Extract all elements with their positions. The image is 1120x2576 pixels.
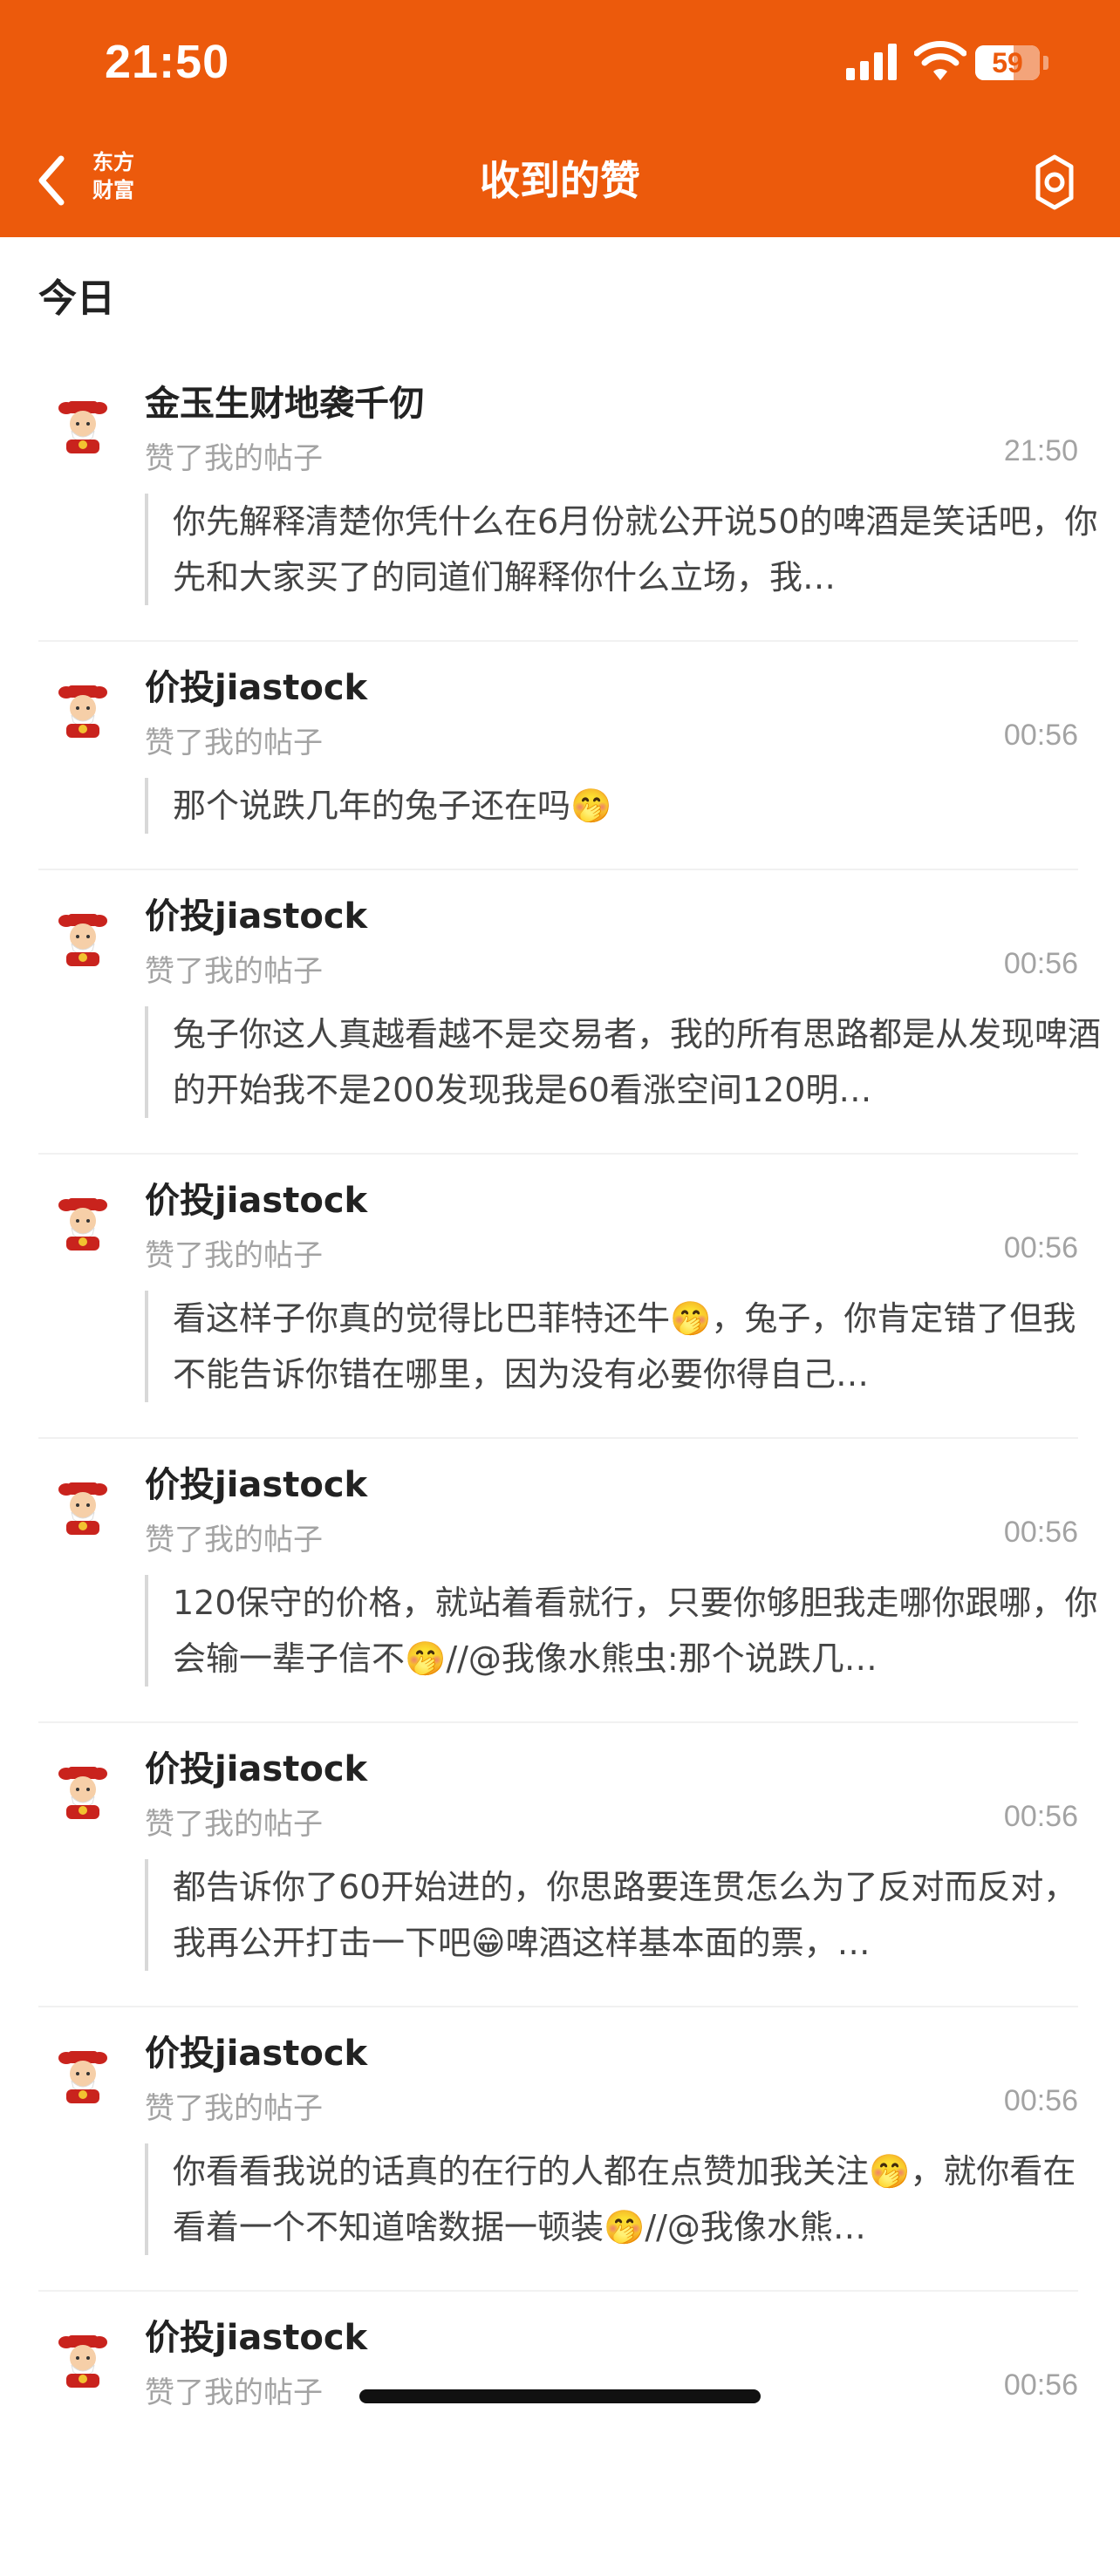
timestamp: 00:56	[1003, 1800, 1078, 1833]
username[interactable]: 价投jiastock	[145, 888, 367, 938]
post-excerpt: 120保守的价格，就站着看就行，只要你够胆我走哪你跟哪，你会输一辈子信不🤭//@…	[173, 1584, 1098, 1678]
action-text: 赞了我的帖子	[145, 1238, 323, 1273]
list-item[interactable]: 价投jiastock 赞了我的帖子 00:56 120保守的价格，就站着看就行，…	[0, 1439, 1120, 1723]
action-text: 赞了我的帖子	[145, 1523, 323, 1557]
action-text: 赞了我的帖子	[145, 2091, 323, 2126]
username[interactable]: 价投jiastock	[145, 1741, 367, 1791]
avatar[interactable]	[49, 902, 117, 970]
status-time: 21:50	[105, 36, 230, 88]
list-item[interactable]: 价投jiastock 赞了我的帖子 00:56	[0, 2292, 1120, 2576]
username[interactable]: 金玉生财地袭千仞	[145, 375, 424, 426]
timestamp: 21:50	[1003, 434, 1078, 467]
post-quote[interactable]: 看这样子你真的觉得比巴菲特还牛🤭，兔子，你肯定错了但我不能告诉你错在哪里，因为没…	[145, 1291, 1101, 1402]
post-excerpt: 看这样子你真的觉得比巴菲特还牛🤭，兔子，你肯定错了但我不能告诉你错在哪里，因为没…	[173, 1299, 1076, 1394]
timestamp: 00:56	[1003, 719, 1078, 752]
avatar[interactable]	[49, 2039, 117, 2107]
action-text: 赞了我的帖子	[145, 954, 323, 989]
action-text: 赞了我的帖子	[145, 2375, 323, 2410]
post-quote[interactable]: 你看看我说的话真的在行的人都在点赞加我关注🤭，就你看在看着一个不知道啥数据一顿装…	[145, 2143, 1101, 2255]
list-item[interactable]: 价投jiastock 赞了我的帖子 00:56 你看看我说的话真的在行的人都在点…	[0, 2007, 1120, 2292]
likes-list: 金玉生财地袭千仞 赞了我的帖子 21:50 你先解释清楚你凭什么在6月份就公开说…	[0, 358, 1120, 2576]
list-item[interactable]: 价投jiastock 赞了我的帖子 00:56 兔子你这人真越看越不是交易者，我…	[0, 870, 1120, 1155]
post-excerpt: 都告诉你了60开始进的，你思路要连贯怎么为了反对而反对，我再公开打击一下吧😁啤酒…	[173, 1868, 1077, 1962]
avatar[interactable]	[49, 1755, 117, 1823]
avatar[interactable]	[49, 1186, 117, 1254]
wifi-icon	[914, 41, 966, 80]
timestamp: 00:56	[1003, 947, 1078, 980]
post-quote[interactable]: 120保守的价格，就站着看就行，只要你够胆我走哪你跟哪，你会输一辈子信不🤭//@…	[145, 1575, 1101, 1687]
username[interactable]: 价投jiastock	[145, 659, 367, 710]
username[interactable]: 价投jiastock	[145, 1172, 367, 1223]
avatar[interactable]	[49, 673, 117, 741]
section-title-today: 今日	[38, 276, 115, 321]
post-quote[interactable]: 那个说跌几年的兔子还在吗🤭	[145, 778, 1101, 834]
post-quote[interactable]: 都告诉你了60开始进的，你思路要连贯怎么为了反对而反对，我再公开打击一下吧😁啤酒…	[145, 1859, 1101, 1971]
username[interactable]: 价投jiastock	[145, 1456, 367, 1507]
action-text: 赞了我的帖子	[145, 1807, 323, 1842]
username[interactable]: 价投jiastock	[145, 2309, 367, 2360]
avatar[interactable]	[49, 389, 117, 457]
battery-level: 59	[992, 47, 1023, 78]
list-item[interactable]: 价投jiastock 赞了我的帖子 00:56 看这样子你真的觉得比巴菲特还牛🤭…	[0, 1155, 1120, 1439]
post-excerpt: 那个说跌几年的兔子还在吗🤭	[173, 787, 612, 825]
top-bar: 21:50 59 东方 财富 收到的赞	[0, 0, 1120, 237]
post-excerpt: 兔子你这人真越看越不是交易者，我的所有思路都是从发现啤酒的开始我不是200发现我…	[173, 1015, 1101, 1109]
post-quote[interactable]: 你先解释清楚你凭什么在6月份就公开说50的啤酒是笑话吧，你先和大家买了的同道们解…	[145, 494, 1101, 605]
avatar[interactable]	[49, 2323, 117, 2391]
action-text: 赞了我的帖子	[145, 726, 323, 760]
gear-icon[interactable]	[1026, 153, 1083, 211]
battery-tip	[1043, 56, 1048, 70]
post-quote[interactable]: 兔子你这人真越看越不是交易者，我的所有思路都是从发现啤酒的开始我不是200发现我…	[145, 1006, 1101, 1118]
username[interactable]: 价投jiastock	[145, 2025, 367, 2075]
cellular-signal-icon	[846, 44, 897, 80]
action-text: 赞了我的帖子	[145, 441, 323, 476]
page-title: 收到的赞	[480, 157, 640, 204]
home-indicator	[359, 2389, 761, 2403]
avatar[interactable]	[49, 1470, 117, 1538]
list-item[interactable]: 价投jiastock 赞了我的帖子 00:56 都告诉你了60开始进的，你思路要…	[0, 1723, 1120, 2007]
post-excerpt: 你看看我说的话真的在行的人都在点赞加我关注🤭，就你看在看着一个不知道啥数据一顿装…	[173, 2152, 1076, 2246]
post-excerpt: 你先解释清楚你凭什么在6月份就公开说50的啤酒是笑话吧，你先和大家买了的同道们解…	[173, 502, 1098, 596]
battery-icon: 59	[975, 45, 1040, 80]
timestamp: 00:56	[1003, 1516, 1078, 1549]
list-item[interactable]: 价投jiastock 赞了我的帖子 00:56 那个说跌几年的兔子还在吗🤭	[0, 642, 1120, 870]
timestamp: 00:56	[1003, 2084, 1078, 2117]
list-item[interactable]: 金玉生财地袭千仞 赞了我的帖子 21:50 你先解释清楚你凭什么在6月份就公开说…	[0, 358, 1120, 642]
timestamp: 00:56	[1003, 2368, 1078, 2402]
timestamp: 00:56	[1003, 1231, 1078, 1264]
